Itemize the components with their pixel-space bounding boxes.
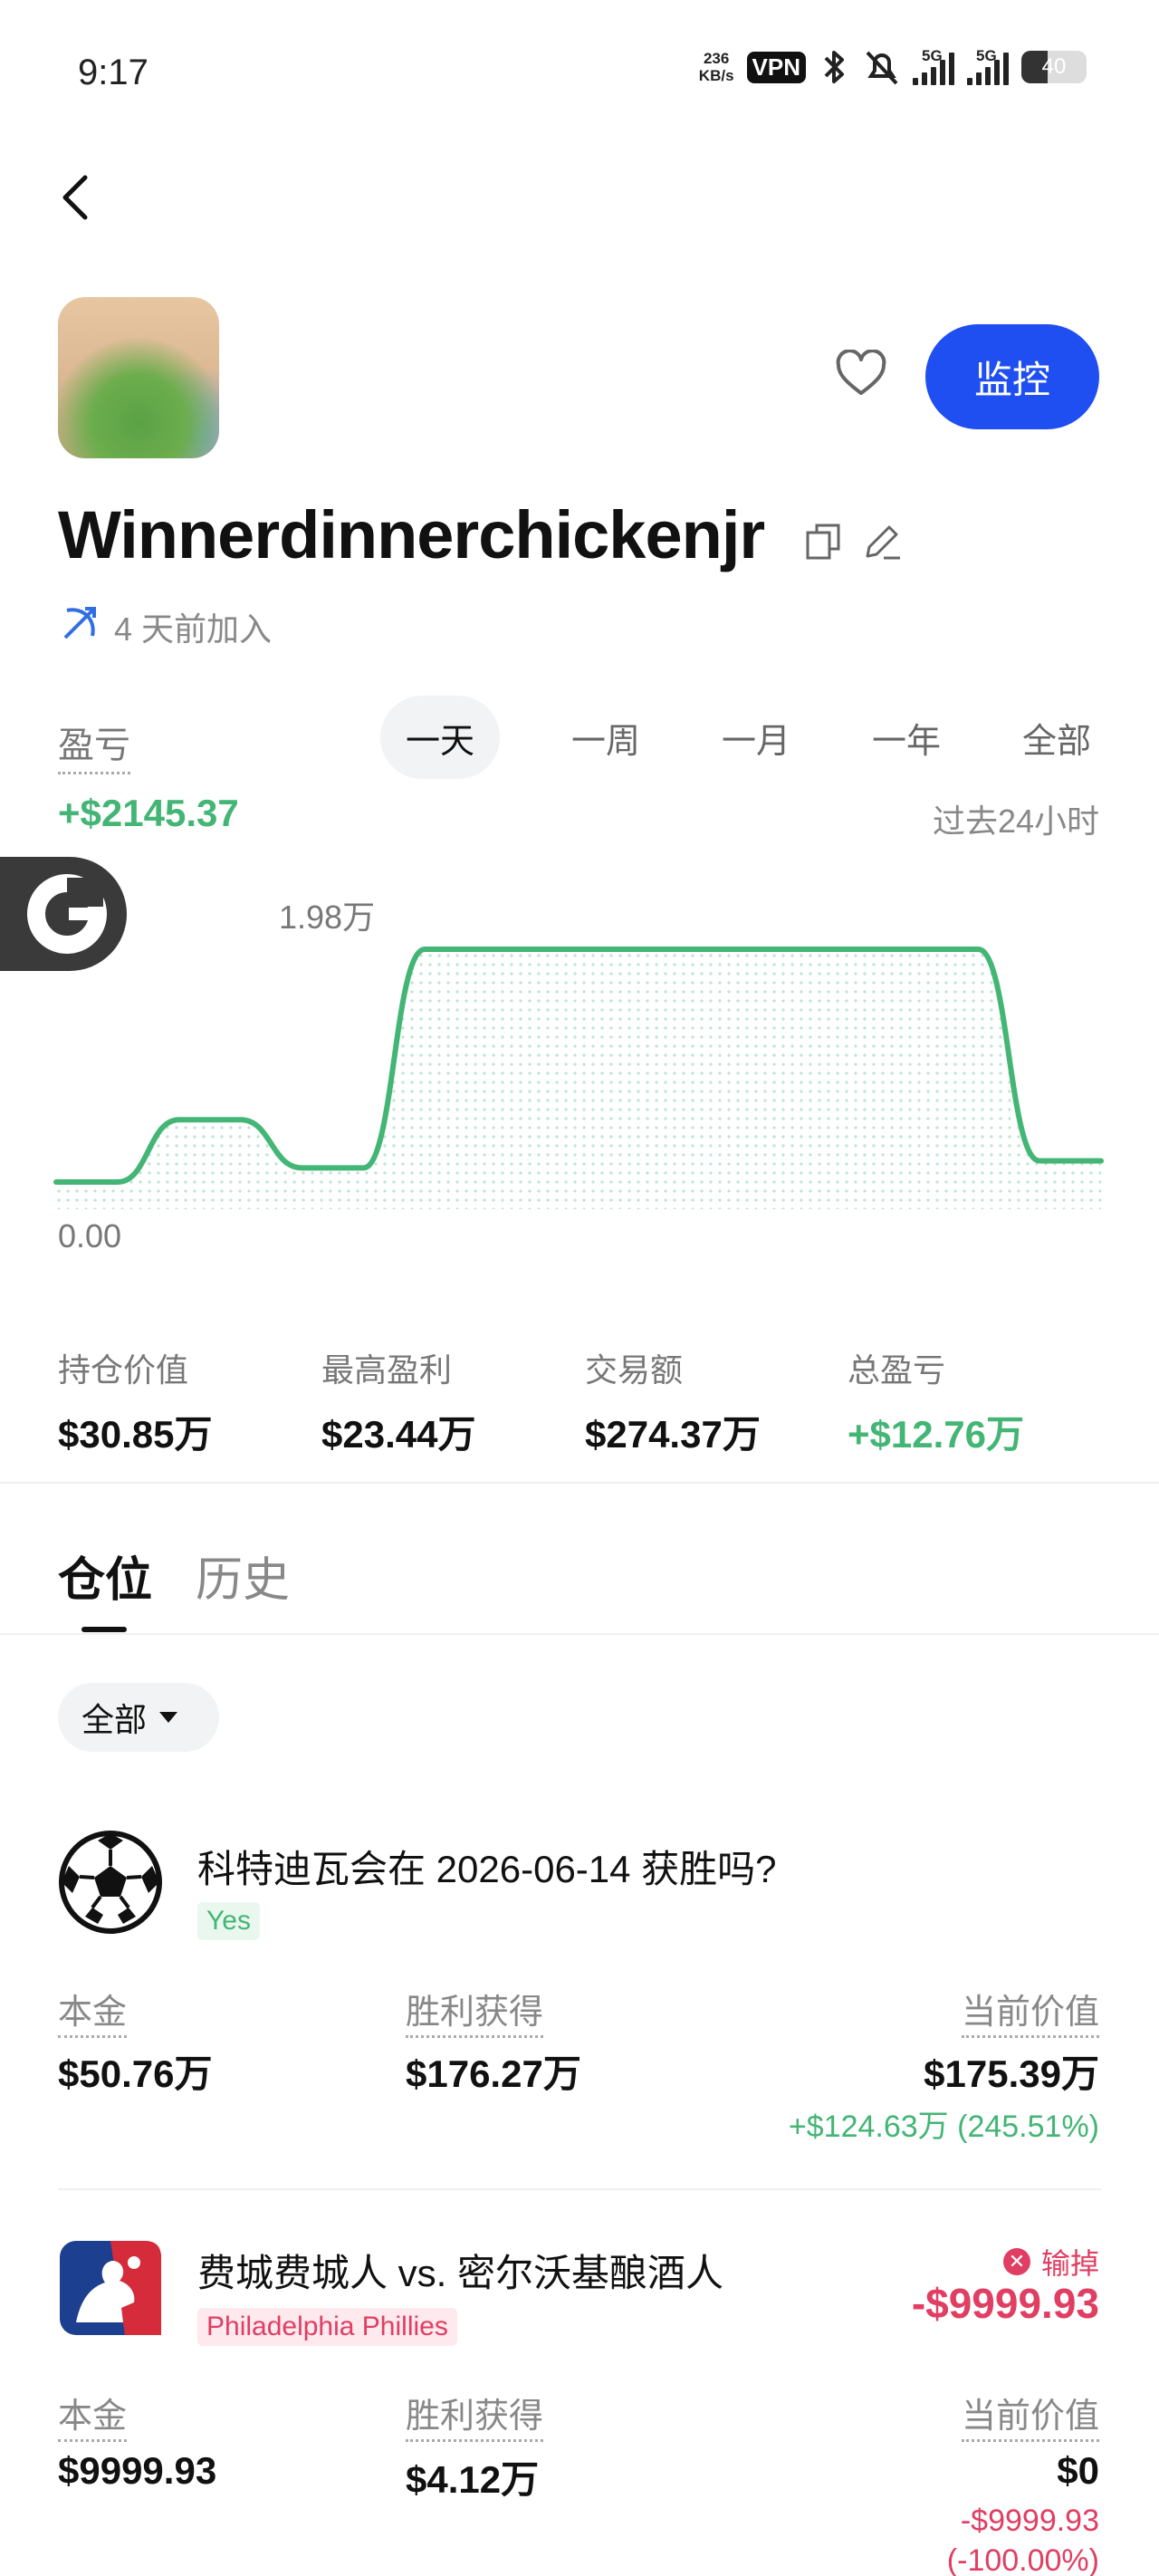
current-value-label: 当前价值 <box>961 1984 1099 2038</box>
tab-all[interactable]: 全部 <box>982 696 1132 779</box>
joined-date: 4 天前加入 <box>114 610 273 648</box>
net1-label: 5G <box>922 47 943 64</box>
pnl-range: 过去24小时 <box>932 803 1099 840</box>
chart-max-label: 1.98万 <box>279 899 376 936</box>
mlb-logo-icon <box>60 2241 161 2335</box>
net2-label: 5G <box>976 47 997 64</box>
username: Winnerdinnerchickenjr <box>58 497 765 572</box>
lost-badge: ✕ 输掉 <box>1002 2241 1099 2283</box>
battery-level: 40 <box>1041 54 1067 79</box>
principal-value: $9999.93 <box>58 2449 217 2492</box>
payout-value: $176.27万 <box>406 2052 581 2095</box>
filter-label: 全部 <box>81 1701 148 1738</box>
pnl-label[interactable]: 盈亏 <box>58 716 130 774</box>
tab-one-day[interactable]: 一天 <box>380 696 500 779</box>
soccer-ball-icon <box>59 1831 162 1934</box>
tab-one-month[interactable]: 一月 <box>681 696 831 779</box>
stat-value: $23.44万 <box>321 1413 476 1456</box>
principal-label: 本金 <box>58 1984 128 2038</box>
monitor-button[interactable]: 监控 <box>925 324 1099 429</box>
stat-label: 交易额 <box>585 1351 684 1389</box>
stat-value: $274.37万 <box>585 1413 761 1456</box>
stat-label: 最高盈利 <box>321 1351 453 1389</box>
divider <box>0 1633 1159 1635</box>
payout-label: 胜利获得 <box>406 2388 544 2442</box>
stat-label: 持仓价值 <box>58 1351 189 1389</box>
period-tabs: 一天 一周 一月 一年 全部 <box>380 696 1132 779</box>
status-time: 9:17 <box>78 53 148 92</box>
filter-dropdown[interactable]: 全部 <box>58 1683 219 1752</box>
stat-value: $30.85万 <box>58 1413 213 1456</box>
favorite-heart-icon[interactable] <box>835 350 887 397</box>
caret-down-icon <box>159 1712 178 1723</box>
stat-value: +$12.76万 <box>848 1413 1024 1456</box>
battery-icon: 40 <box>1021 51 1087 83</box>
loss-amount: -$9999.93 <box>911 2280 1099 2327</box>
current-value: $175.39万 <box>924 2052 1099 2095</box>
payout-label: 胜利获得 <box>406 1984 544 2038</box>
close-circle-icon: ✕ <box>1002 2248 1030 2275</box>
bluetooth-icon <box>824 51 844 83</box>
principal-label: 本金 <box>58 2388 128 2442</box>
network-speed: 236 KB/s <box>699 50 734 84</box>
status-icons: 236 KB/s VPN 5G 5G 40 <box>699 47 1087 87</box>
signal-1-icon: 5G <box>913 47 954 85</box>
chart-min-label: 0.00 <box>58 1217 122 1254</box>
avatar <box>58 297 219 458</box>
speed-unit: KB/s <box>698 67 734 84</box>
vpn-icon: VPN <box>746 51 806 83</box>
bow-and-arrow-icon <box>63 607 96 639</box>
pnl-value: +$2145.37 <box>58 792 239 834</box>
signal-2-icon: 5G <box>967 47 1009 85</box>
tab-history[interactable]: 历史 <box>196 1542 290 1610</box>
tab-one-year[interactable]: 一年 <box>831 696 982 779</box>
current-value-label: 当前价值 <box>961 2388 1099 2442</box>
edit-pencil-icon[interactable] <box>862 520 904 562</box>
position-title[interactable]: 科特迪瓦会在 2026-06-14 获胜吗? <box>197 1839 777 1894</box>
stat-total-pnl: 总盈亏 +$12.76万 <box>848 1344 1110 1459</box>
pnl-chart[interactable] <box>0 870 1159 1250</box>
outcome-tag: Philadelphia Phillies <box>197 2308 457 2346</box>
outcome-tag: Yes <box>197 1902 260 1940</box>
stat-position-value: 持仓价值 $30.85万 <box>58 1344 321 1459</box>
refresh-g-icon <box>27 874 107 954</box>
divider <box>0 1482 1159 1484</box>
lost-status: 输掉 <box>1040 2247 1099 2280</box>
tab-one-week[interactable]: 一周 <box>531 696 681 779</box>
stat-label: 总盈亏 <box>848 1351 946 1389</box>
divider <box>58 2188 1101 2190</box>
tab-positions[interactable]: 仓位 <box>58 1542 152 1610</box>
position-title[interactable]: 费城费城人 vs. 密尔沃基酿酒人 <box>197 2243 723 2298</box>
value-change: -$9999.93 <box>960 2504 1099 2538</box>
active-tab-indicator <box>81 1627 127 1632</box>
copy-icon[interactable] <box>804 522 844 562</box>
value-change: +$124.63万 (245.51%) <box>788 2110 1099 2144</box>
floating-widget[interactable] <box>0 857 127 971</box>
back-arrow-icon[interactable] <box>56 170 96 225</box>
stat-volume: 交易额 $274.37万 <box>585 1344 848 1459</box>
stat-max-profit: 最高盈利 $23.44万 <box>321 1344 584 1459</box>
principal-value: $50.76万 <box>58 2052 213 2095</box>
value-change-percent: (-100.00%) <box>946 2543 1099 2576</box>
payout-value: $4.12万 <box>406 2458 540 2501</box>
chart-area <box>56 949 1101 1209</box>
speed-value: 236 <box>703 50 730 67</box>
current-value: $0 <box>1057 2449 1099 2492</box>
muted-bell-icon <box>866 51 898 85</box>
